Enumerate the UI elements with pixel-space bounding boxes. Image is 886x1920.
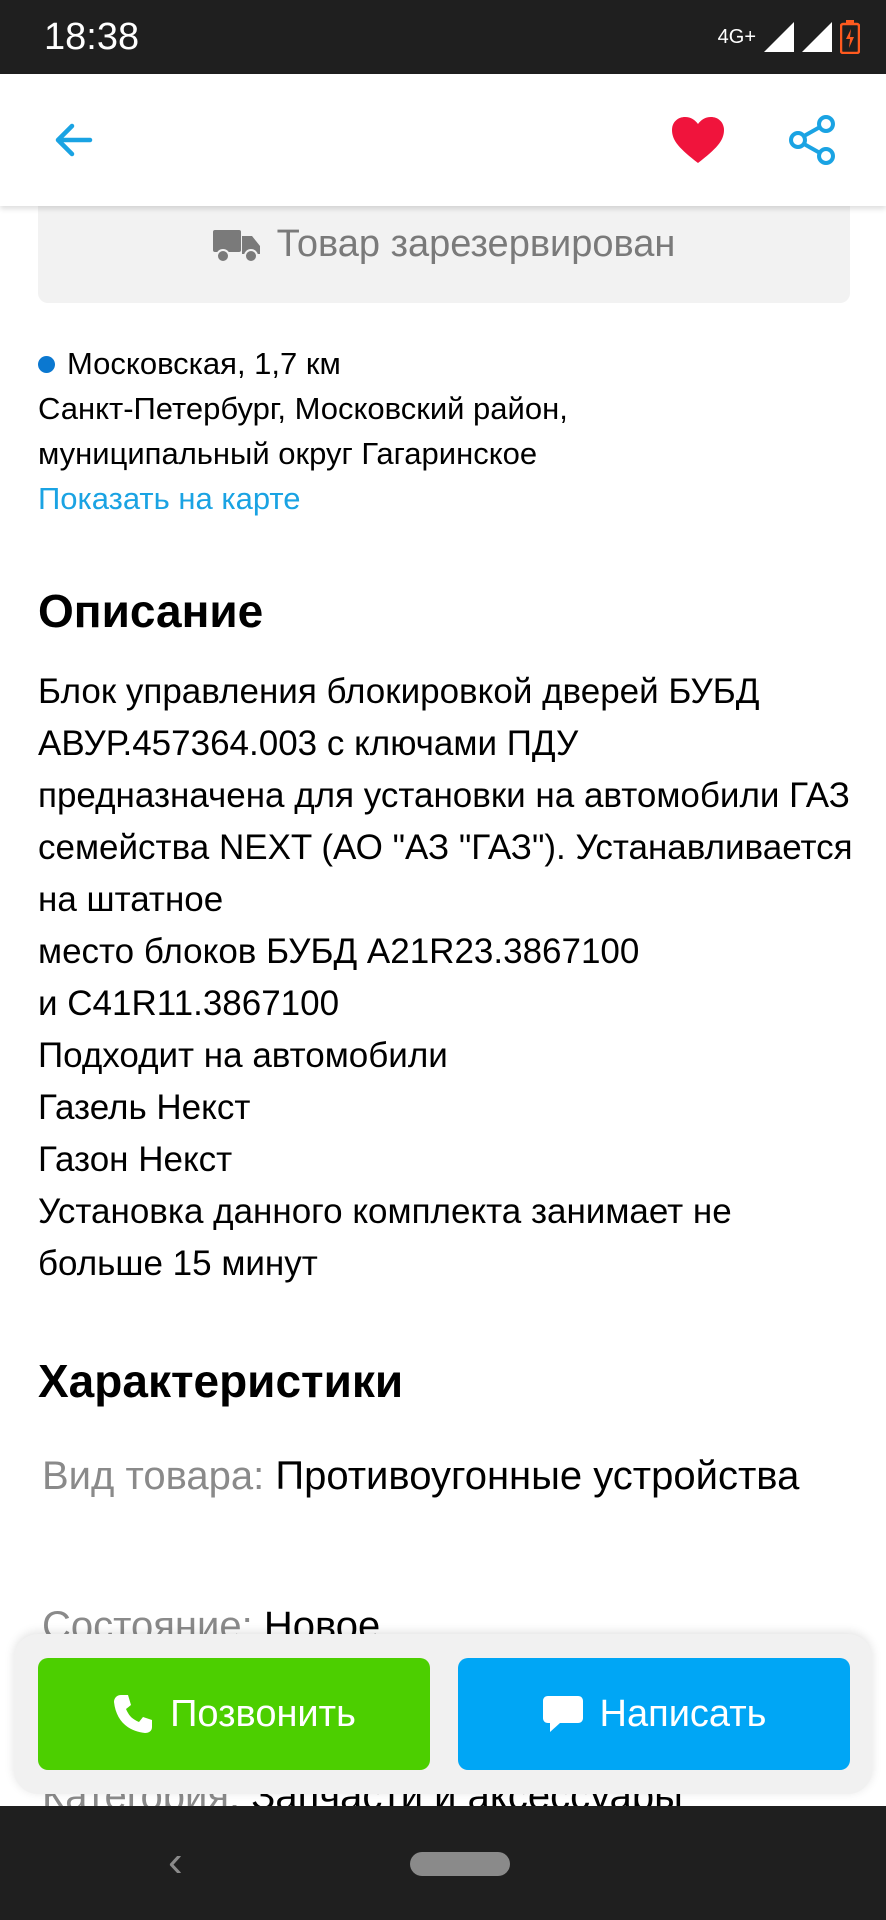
heart-icon bbox=[672, 117, 724, 163]
metro-station: Московская, 1,7 км bbox=[38, 342, 341, 386]
back-button[interactable] bbox=[30, 96, 118, 184]
reserved-banner: Товар зарезервирован bbox=[38, 206, 850, 303]
characteristics-title: Характеристики bbox=[38, 1355, 404, 1407]
contact-actions-panel: Позвонить Написать bbox=[14, 1634, 872, 1794]
reserved-label: Товар зарезервирован bbox=[276, 223, 676, 265]
chat-icon bbox=[542, 1696, 583, 1732]
address: Санкт-Петербург, Московский район, муниц… bbox=[38, 386, 838, 476]
call-button[interactable]: Позвонить bbox=[38, 1658, 430, 1770]
signal-icon bbox=[764, 22, 794, 52]
address-line-2: муниципальный округ Гагаринское bbox=[38, 436, 538, 471]
description-title: Описание bbox=[38, 585, 264, 637]
network-type-icon: 4G+ bbox=[717, 26, 756, 48]
app-bar bbox=[0, 74, 886, 206]
phone-icon bbox=[114, 1695, 153, 1733]
system-nav-bar: ‹ bbox=[0, 1806, 886, 1920]
status-time: 18:38 bbox=[44, 16, 140, 58]
nav-home-pill[interactable] bbox=[410, 1852, 510, 1876]
characteristic-value: Противоугонные устройства bbox=[275, 1454, 800, 1498]
battery-icon bbox=[840, 20, 860, 54]
metro-label: Московская, 1,7 км bbox=[67, 346, 341, 381]
share-button[interactable] bbox=[768, 96, 856, 184]
description-text: Блок управления блокировкой дверей БУБД … bbox=[38, 672, 853, 1283]
metro-dot-icon bbox=[38, 355, 55, 373]
share-icon bbox=[789, 115, 835, 165]
signal-icon-2 bbox=[802, 22, 832, 52]
arrow-left-icon bbox=[55, 123, 93, 157]
characteristic-key: Вид товара: bbox=[42, 1454, 265, 1498]
write-label: Написать bbox=[599, 1692, 767, 1735]
status-bar: 18:38 4G+ bbox=[0, 0, 886, 74]
status-icons: 4G+ bbox=[718, 18, 860, 56]
write-button[interactable]: Написать bbox=[458, 1658, 850, 1770]
address-line-1: Санкт-Петербург, Московский район, bbox=[38, 391, 568, 426]
truck-icon bbox=[212, 229, 260, 263]
show-on-map-link[interactable]: Показать на карте bbox=[38, 476, 301, 521]
characteristic-row: Вид товара: Противоугонные устройства bbox=[42, 1446, 842, 1506]
nav-back-icon[interactable]: ‹ bbox=[168, 1838, 183, 1886]
listing-content[interactable]: Товар зарезервирован Московская, 1,7 км … bbox=[0, 206, 886, 1806]
call-label: Позвонить bbox=[170, 1692, 356, 1735]
favorite-button[interactable] bbox=[654, 96, 742, 184]
